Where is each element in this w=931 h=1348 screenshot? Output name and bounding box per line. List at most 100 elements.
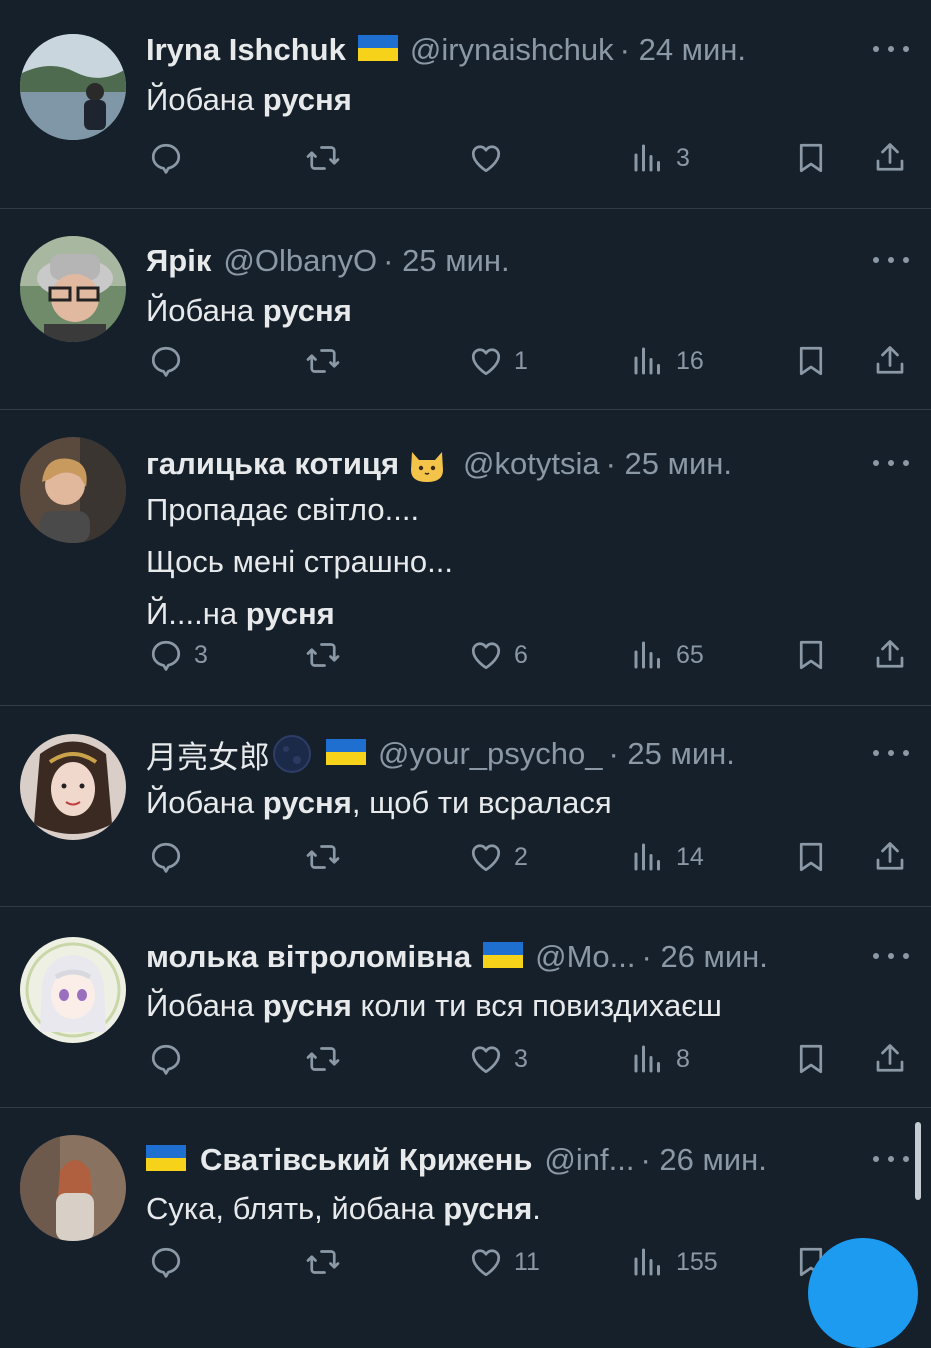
bookmark-icon [799, 842, 823, 872]
avatar[interactable] [20, 437, 126, 543]
retweet-button[interactable] [305, 635, 351, 675]
tweet[interactable]: Iryna Ishchuk @irynaishchuk · 24 мин. Йо… [0, 0, 931, 209]
like-button[interactable]: 3 [468, 1039, 528, 1079]
retweet-button[interactable] [305, 837, 351, 877]
retweet-button[interactable] [305, 341, 351, 381]
bookmark-button[interactable] [793, 341, 829, 381]
bookmark-icon [799, 1044, 823, 1074]
share-icon [876, 1044, 904, 1072]
more-icon[interactable] [873, 941, 909, 971]
tweet-header: Сватівський Крижень @inf... · 26 мин. [146, 1140, 835, 1180]
reply-icon [151, 346, 181, 377]
heart-icon [471, 145, 501, 173]
author-handle[interactable]: @irynaishchuk [410, 32, 614, 68]
heart-icon [471, 348, 501, 376]
tweet[interactable]: галицька котиця @kotytsia · 25 мин. Проп… [0, 410, 931, 706]
timestamp[interactable]: · 25 мин. [383, 243, 509, 279]
avatar[interactable] [20, 236, 126, 342]
reply-button[interactable]: 3 [148, 635, 208, 675]
author-handle[interactable]: @OlbanyO [223, 243, 377, 279]
bookmark-button[interactable] [793, 635, 829, 675]
timestamp[interactable]: · 25 мин. [608, 736, 734, 772]
bookmark-button[interactable] [793, 1039, 829, 1079]
compose-button[interactable] [808, 1238, 918, 1348]
bookmark-button[interactable] [793, 837, 829, 877]
like-button[interactable] [468, 138, 514, 178]
tweet-header: молька вітроломівна @Mo... · 26 мин. [146, 937, 835, 977]
tweet-header: Ярік @OlbanyO · 25 мин. [146, 241, 835, 281]
like-button[interactable]: 11 [468, 1242, 540, 1282]
avatar[interactable] [20, 34, 126, 140]
heart-icon [471, 1046, 501, 1074]
views-button[interactable]: 3 [630, 138, 690, 178]
author-name[interactable]: молька вітроломівна [146, 939, 471, 975]
author-name[interactable]: Ярік [146, 243, 211, 279]
views-icon [634, 843, 660, 871]
share-button[interactable] [872, 837, 908, 877]
author-name[interactable]: галицька котиця [146, 446, 399, 482]
more-icon[interactable] [873, 738, 909, 768]
retweet-icon [306, 1047, 340, 1071]
moon-emoji-icon [272, 734, 312, 774]
views-button[interactable]: 65 [630, 635, 704, 675]
more-icon[interactable] [873, 245, 909, 275]
timestamp[interactable]: · 26 мин. [642, 939, 768, 975]
views-icon [634, 641, 660, 669]
tweet-text: Йобана русня, щоб ти всралася [146, 777, 891, 829]
tweet[interactable]: молька вітроломівна @Mo... · 26 мин. Йоб… [0, 907, 931, 1108]
reply-icon [151, 1247, 181, 1278]
like-count: 3 [514, 1044, 528, 1073]
author-handle[interactable]: @inf... [544, 1142, 634, 1178]
views-button[interactable]: 16 [630, 341, 704, 381]
retweet-button[interactable] [305, 1242, 351, 1282]
like-button[interactable]: 1 [468, 341, 528, 381]
like-count: 1 [514, 346, 528, 375]
views-button[interactable]: 8 [630, 1039, 690, 1079]
tweet-line: Сука, блять, йобана русня. [146, 1191, 541, 1226]
reply-button[interactable] [148, 341, 194, 381]
author-handle[interactable]: @Mo... [535, 939, 635, 975]
avatar[interactable] [20, 1135, 126, 1241]
reply-icon [151, 1044, 181, 1075]
tweet[interactable]: Ярік @OlbanyO · 25 мин. Йобана русня 1 1… [0, 209, 931, 410]
share-button[interactable] [872, 138, 908, 178]
like-count: 2 [514, 842, 528, 871]
views-button[interactable]: 14 [630, 837, 704, 877]
retweet-button[interactable] [305, 1039, 351, 1079]
timestamp[interactable]: · 25 мин. [606, 446, 732, 482]
like-button[interactable]: 6 [468, 635, 528, 675]
reply-button[interactable] [148, 1039, 194, 1079]
share-button[interactable] [872, 1039, 908, 1079]
avatar[interactable] [20, 937, 126, 1043]
more-icon[interactable] [873, 448, 909, 478]
author-handle[interactable]: @kotytsia [463, 446, 600, 482]
share-icon [876, 143, 904, 171]
tweet[interactable]: 月亮女郎 @your_psycho_ · 25 мин. Йобана русн… [0, 706, 931, 907]
tweet[interactable]: Сватівський Крижень @inf... · 26 мин. Су… [0, 1108, 931, 1288]
author-handle[interactable]: @your_psycho_ [378, 736, 602, 772]
reply-button[interactable] [148, 138, 194, 178]
timeline[interactable]: Iryna Ishchuk @irynaishchuk · 24 мин. Йо… [0, 0, 931, 1288]
retweet-button[interactable] [305, 138, 351, 178]
share-button[interactable] [872, 635, 908, 675]
more-icon[interactable] [873, 1144, 909, 1174]
share-icon [876, 346, 904, 374]
author-name[interactable]: Сватівський Крижень [200, 1142, 532, 1178]
more-icon[interactable] [873, 34, 909, 64]
views-button[interactable]: 155 [630, 1242, 718, 1282]
reply-button[interactable] [148, 1242, 194, 1282]
scrollbar[interactable] [915, 1122, 921, 1200]
timestamp[interactable]: · 24 мин. [620, 32, 746, 68]
share-button[interactable] [872, 341, 908, 381]
view-count: 16 [676, 346, 704, 375]
view-count: 65 [676, 640, 704, 669]
author-name[interactable]: 月亮女郎 [146, 734, 270, 775]
author-name[interactable]: Iryna Ishchuk [146, 32, 346, 68]
timestamp[interactable]: · 26 мин. [640, 1142, 766, 1178]
bookmark-button[interactable] [793, 138, 829, 178]
avatar[interactable] [20, 734, 126, 840]
reply-button[interactable] [148, 837, 194, 877]
action-bar: 3 8 [0, 1039, 931, 1079]
ukraine-flag-icon [326, 739, 366, 765]
like-button[interactable]: 2 [468, 837, 528, 877]
